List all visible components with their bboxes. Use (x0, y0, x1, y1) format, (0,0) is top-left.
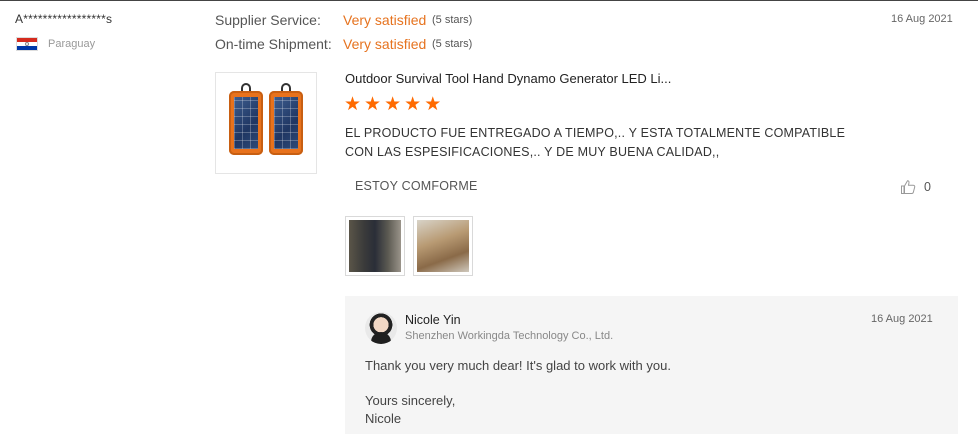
star-icon: ★ (364, 94, 382, 115)
star-icon: ★ (344, 94, 362, 115)
product-thumbnail[interactable] (215, 72, 317, 174)
reply-message: Thank you very much dear! It's glad to w… (365, 358, 671, 373)
reviewer-name: A*****************s (15, 12, 113, 26)
supplier-service-value: Very satisfied (343, 12, 427, 28)
supplier-service-label: Supplier Service: (215, 12, 321, 28)
reply-date: 16 Aug 2021 (871, 313, 933, 325)
top-divider (0, 0, 978, 1)
on-time-shipment-label: On-time Shipment: (215, 36, 332, 52)
seller-name: Nicole Yin (405, 313, 461, 327)
star-icon: ★ (384, 94, 402, 115)
product-title-link[interactable]: Outdoor Survival Tool Hand Dynamo Genera… (345, 71, 671, 86)
seller-company: Shenzhen Workingda Technology Co., Ltd. (405, 330, 614, 342)
star-icon: ★ (424, 94, 442, 115)
reply-closing: Yours sincerely, (365, 393, 456, 408)
solar-power-bank-icon (229, 83, 263, 155)
supplier-service-stars: (5 stars) (432, 14, 473, 26)
star-icon: ★ (404, 94, 422, 115)
like-count: 0 (924, 180, 931, 194)
helpful-button[interactable]: 0 (900, 179, 931, 195)
review-text: EL PRODUCTO FUE ENTREGADO A TIEMPO,.. Y … (345, 126, 846, 159)
solar-power-bank-icon (269, 83, 303, 155)
country-name: Paraguay (48, 38, 96, 50)
paraguay-flag-icon (16, 37, 38, 51)
review-date: 16 Aug 2021 (891, 13, 953, 25)
on-time-shipment-stars: (5 stars) (432, 38, 473, 50)
product-star-rating: ★ ★ ★ ★ ★ (344, 95, 441, 114)
review-photo[interactable] (413, 216, 473, 276)
seller-avatar (365, 312, 397, 344)
on-time-shipment-value: Very satisfied (343, 36, 427, 52)
reviewer-country: Paraguay (16, 37, 95, 51)
thumbs-up-icon (901, 180, 916, 194)
review-feedback: ESTOY COMFORME (355, 179, 478, 193)
reply-signature: Nicole (365, 411, 402, 426)
review-photo[interactable] (345, 216, 405, 276)
